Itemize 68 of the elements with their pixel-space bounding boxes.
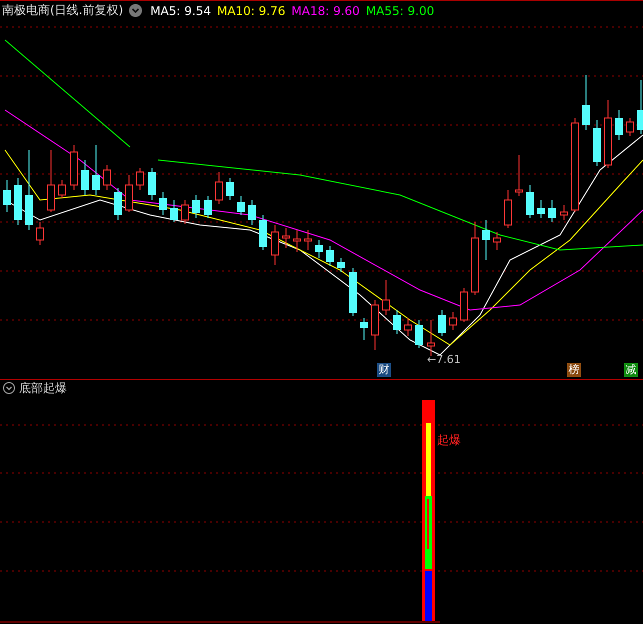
candlestick: [626, 118, 634, 136]
collapse-icon[interactable]: [3, 382, 15, 394]
candlestick: [103, 164, 111, 190]
candlestick: [337, 258, 345, 272]
ma-legend-label: MA5: 9.54: [150, 4, 211, 18]
candlestick: [582, 74, 590, 130]
candlestick: [148, 168, 156, 200]
candlestick: [36, 222, 44, 246]
candlestick: [114, 188, 122, 220]
candlestick: [537, 200, 545, 218]
candlestick: [47, 150, 55, 212]
candlestick: [204, 196, 212, 218]
candlestick: [526, 184, 534, 218]
candlestick: [3, 180, 11, 212]
event-badge[interactable]: 财: [377, 363, 391, 377]
candlestick: [315, 240, 323, 258]
candlestick: [271, 224, 279, 266]
candlestick: [259, 214, 267, 250]
candlestick: [70, 144, 78, 190]
candlestick: [349, 268, 357, 316]
ma-legend-label: MA55: 9.00: [366, 4, 434, 18]
candlestick: [92, 144, 100, 196]
signal-label: 起爆: [437, 432, 461, 449]
candlestick: [125, 174, 133, 212]
candlestick: [170, 200, 178, 222]
candlestick: [304, 230, 312, 250]
candlestick: [293, 230, 301, 252]
candlestick: [136, 168, 144, 190]
candlestick: [637, 80, 643, 134]
candlestick: [415, 320, 423, 348]
candlestick: [504, 190, 512, 228]
candlestick: [404, 318, 412, 336]
candlestick: [360, 318, 368, 340]
candlestick: [548, 200, 556, 222]
candlestick: [14, 178, 22, 226]
candlestick: [181, 200, 189, 224]
candlestick: [58, 180, 66, 198]
indicator-title: 底部起爆: [19, 380, 67, 396]
candlestick: [449, 312, 457, 330]
low-price-marker: ←7.61: [427, 353, 461, 366]
candlestick: [560, 204, 568, 220]
ma-legend-label: MA10: 9.76: [216, 4, 286, 18]
candlestick: [593, 120, 601, 166]
candlestick: [81, 160, 89, 196]
candlestick: [427, 320, 435, 356]
candlestick: [460, 288, 468, 322]
candlestick: [282, 228, 290, 248]
candlestick: [326, 246, 334, 266]
dropdown-icon[interactable]: [129, 4, 142, 17]
candlestick: [192, 194, 200, 218]
ma-legend-label: MA18: 9.60: [291, 4, 360, 18]
candlestick: [215, 172, 223, 204]
candlestick: [615, 110, 623, 140]
candlestick: [604, 100, 612, 168]
candlestick: [371, 300, 379, 350]
stock-title: 南极电商(日线.前复权): [2, 2, 124, 19]
event-badge[interactable]: 减: [624, 363, 638, 377]
candlestick: [438, 310, 446, 336]
candlestick: [248, 200, 256, 226]
candlestick: [482, 220, 490, 260]
candlestick: [393, 310, 401, 334]
candlestick: [493, 232, 501, 250]
candlestick: [159, 192, 167, 216]
candlestick: [237, 196, 245, 216]
event-badge[interactable]: 榜: [567, 363, 581, 377]
candlestick: [226, 178, 234, 200]
candlestick: [515, 154, 523, 196]
candlestick: [382, 280, 390, 316]
